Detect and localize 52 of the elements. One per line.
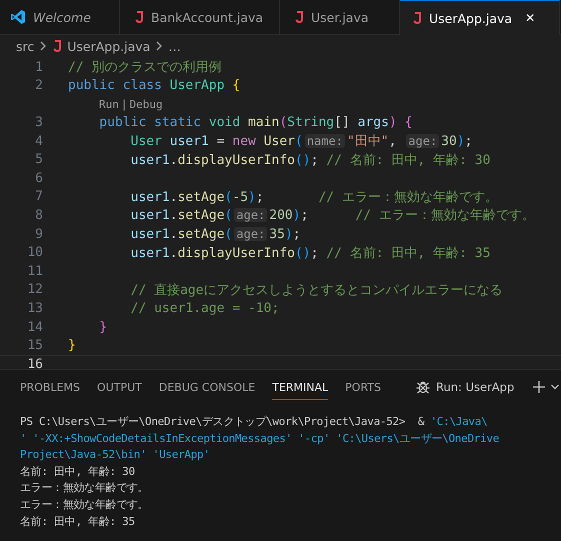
code-line: user1.displayUserInfo(); // 名前: 田中, 年齢: 30: [130, 152, 490, 169]
breadcrumb-item[interactable]: src: [16, 38, 34, 54]
run-link[interactable]: Run: [99, 98, 119, 111]
line-number: 1: [34, 60, 43, 75]
panel-tab[interactable]: PORTS: [345, 374, 381, 400]
line-number: 2: [34, 78, 43, 94]
code-line: // 直接ageにアクセスしようとするとコンパイルエラーになる: [130, 282, 503, 299]
line-number: 14: [26, 320, 43, 335]
line-number: 6: [34, 170, 43, 186]
line-number: 15: [26, 338, 43, 354]
debug-link[interactable]: Debug: [130, 98, 163, 111]
panel-tab[interactable]: OUTPUT: [97, 374, 142, 400]
line-number: 12: [26, 282, 43, 298]
panel-tab[interactable]: PROBLEMS: [20, 374, 80, 400]
code-line: User user1 = new User( name: "田中", age: 30);: [130, 133, 472, 150]
line-number: 16: [26, 356, 43, 369]
editor-tab[interactable]: Welcome: [0, 0, 120, 35]
breadcrumb-item[interactable]: UserApp.java: [67, 38, 150, 54]
line-number: 9: [34, 226, 43, 242]
line-number: 5: [34, 152, 43, 168]
code-line: public class UserApp {: [68, 78, 240, 94]
code-line: public static void main(String[] args) {: [98, 114, 412, 130]
line-number: 8: [34, 208, 43, 223]
editor-tab[interactable]: BankAccount.java: [120, 0, 280, 35]
line-number: 7: [34, 189, 43, 204]
code-line: user1.setAge( age: 35);: [130, 226, 301, 242]
code-line: }: [68, 338, 76, 354]
panel-tab[interactable]: TERMINAL: [272, 374, 328, 400]
code-line: user1.setAge( age: 200); // エラー：無効な年齢です。: [130, 207, 535, 224]
close-icon[interactable]: ✕: [525, 11, 536, 25]
code-line: user1.displayUserInfo(); // 名前: 田中, 年齢: 35: [130, 244, 490, 262]
terminal-line: 名前: 田中, 年齢: 30: [20, 464, 136, 480]
line-number: 13: [26, 300, 43, 316]
code-line: }: [98, 320, 108, 335]
terminal-line: Project\Java-52\bin' 'UserApp': [20, 447, 211, 464]
separator: |: [120, 98, 128, 111]
breadcrumb-item[interactable]: …: [168, 38, 181, 54]
line-number: 11: [26, 264, 43, 279]
line-number: 10: [26, 245, 43, 260]
code-line: // 別のクラスでの利用例: [68, 59, 222, 76]
editor-tab[interactable]: UserApp.java ✕: [400, 0, 560, 35]
panel-tab[interactable]: DEBUG CONSOLE: [158, 374, 256, 400]
code-line: // user1.age = -10;: [130, 300, 280, 316]
line-number: 4: [34, 134, 43, 149]
code-line: user1.setAge(-5); // エラー：無効な年齢です。: [130, 188, 498, 206]
terminal-line: PS C:\Users\ユーザー\OneDrive\デスクトップ\work\Project\Java-52> & 'C:\Java\: [20, 414, 488, 430]
line-number: 3: [34, 114, 43, 130]
run-configuration[interactable]: Run: UserApp: [436, 380, 514, 394]
terminal-line: ' '-XX:+ShowCodeDetailsInExceptionMessages' '-cp' 'C:\Users\ユーザー\OneDrive: [20, 430, 500, 447]
terminal-line: 名前: 田中, 年齢: 35: [20, 514, 136, 530]
terminal-line: エラー：無効な年齢です。: [20, 480, 150, 496]
terminal-line: エラー：無効な年齢です。: [20, 496, 150, 513]
